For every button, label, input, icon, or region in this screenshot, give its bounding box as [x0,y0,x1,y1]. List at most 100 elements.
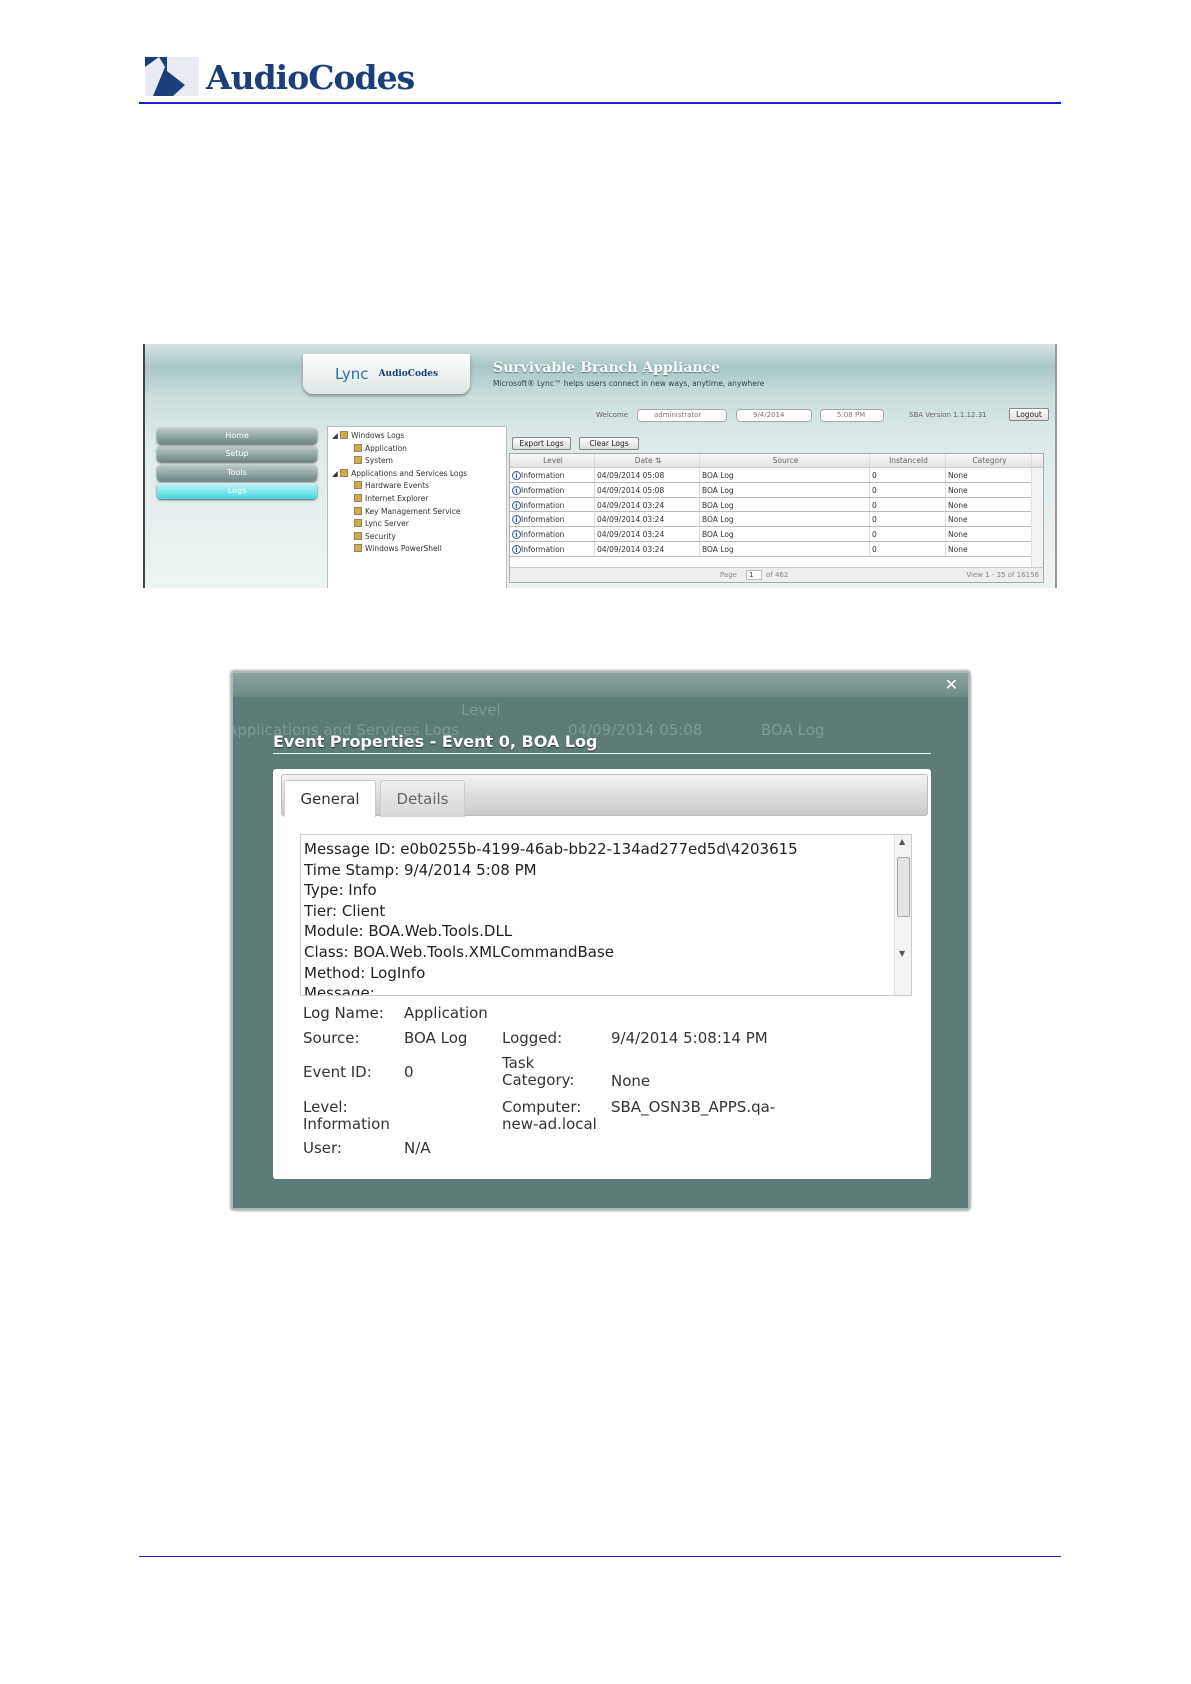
app-subtitle: Microsoft® Lync™ helps users connect in … [493,379,765,388]
tree-item[interactable]: Hardware Events [332,481,502,494]
table-cell: 04/09/2014 05:08 [595,468,700,482]
tree-item[interactable]: Internet Explorer [332,493,502,507]
log-tree: ◢ Windows Logs Application System ◢ Applica… [327,426,507,588]
nav-setup[interactable]: Setup [157,446,317,462]
log-folder-icon [340,468,349,477]
tree-item[interactable]: ◢ Windows Logs [332,431,502,444]
clear-logs-button[interactable]: Clear Logs [579,437,639,450]
page-input[interactable]: 1 [746,570,762,580]
nav-tools[interactable]: Tools [157,465,317,481]
cell-text: 04/09/2014 03:24 [597,544,665,554]
message-line: Message ID: e0b0255b-4199-46ab-bb22-134a… [304,840,798,858]
log-folder-icon [354,531,362,540]
scroll-up-icon[interactable]: ▲ [899,837,905,846]
cell-text: BOA Log [702,544,734,554]
bg-ghost-source: BOA Log [761,721,825,739]
tree-item[interactable]: Security [332,531,502,545]
cell-text: Information [521,515,565,525]
grid-header: Level Date ⇅ Source InstanceId Category [510,454,1043,468]
log-folder-icon [354,456,362,465]
message-line: Class: BOA.Web.Tools.XMLCommandBase [304,942,615,961]
col-source[interactable]: Source [700,454,870,467]
tree-item[interactable]: Application [332,443,502,457]
event-properties-dialog: ✕ Level Applications and Services Logs 0… [231,671,970,1210]
table-cell: None [946,497,1032,512]
tree-item[interactable]: Windows PowerShell [332,544,502,557]
log-folder-icon [354,481,362,490]
log-grid: Level Date ⇅ Source InstanceId Category … [509,453,1044,583]
log-folder-icon [354,493,362,502]
scroll-down-icon[interactable]: ▼ [899,949,905,958]
logged-label: Logged: [502,1029,563,1047]
log-folder-icon [354,506,362,515]
tree-item-label: Security [365,531,396,541]
table-row[interactable]: i Information 04/09/2014 05:08 BOA Log 0 None [510,468,1032,483]
nav-home[interactable]: Home [157,428,317,444]
table-cell: 04/09/2014 05:08 [595,482,700,497]
table-cell: BOA Log [700,541,870,556]
tab-details[interactable]: Details [380,780,465,817]
table-cell: 0 [870,527,946,541]
cell-text: BOA Log [702,471,734,480]
tree-item[interactable]: Lync Server [332,519,502,532]
page-count: of 462 [766,571,789,579]
user-value: N/A [404,1139,431,1157]
event-id-label: Event ID: [303,1063,372,1081]
tree-item-label: Applications and Services Logs [351,468,468,478]
col-instanceid[interactable]: InstanceId [870,454,946,467]
logout-button[interactable]: Logout [1009,408,1049,421]
table-row[interactable]: i Information 04/09/2014 05:08 BOA Log 0 None [510,482,1032,498]
tree-item-label: Hardware Events [365,481,429,491]
audiocodes-logo-mark [145,57,199,96]
tab-general[interactable]: General [284,780,376,817]
message-scrollbar[interactable]: ▲ ▼ [894,835,911,995]
user-field: administrator [637,409,727,422]
close-icon[interactable]: ✕ [945,675,958,694]
tree-item[interactable]: Key Management Service [332,506,502,520]
welcome-label: Welcome [596,411,629,419]
task-category-value: None [611,1072,651,1090]
cell-text: BOA Log [702,515,734,525]
nav-logs[interactable]: Logs [157,483,317,499]
cell-text: 0 [872,500,877,510]
table-row[interactable]: i Information 04/09/2014 03:24 BOA Log 0 None [510,541,1032,557]
cell-text: BOA Log [702,500,734,510]
export-logs-button[interactable]: Export Logs [512,437,571,450]
cell-text: None [948,471,968,480]
cell-text: 04/09/2014 03:24 [597,515,665,525]
table-cell: None [946,468,1032,482]
tree-item-label: Lync Server [365,519,409,529]
table-cell: 04/09/2014 03:24 [595,527,700,541]
col-level[interactable]: Level [510,454,595,467]
cell-text: 0 [872,471,877,480]
header-rule [139,102,1061,104]
scroll-thumb[interactable] [897,857,910,917]
col-category[interactable]: Category [946,454,1032,467]
cell-text: Information [521,485,565,495]
tab-bar: General Details [281,774,928,817]
grid-scrollbar[interactable] [1031,468,1043,568]
title-underline [273,753,931,754]
tree-item[interactable]: System [332,456,502,469]
info-icon: i [512,485,521,495]
cell-text: None [948,515,968,525]
computer-label: Computer: new-ad.local [502,1098,597,1133]
table-row[interactable]: i Information 04/09/2014 03:24 BOA Log 0 None [510,527,1032,542]
table-row[interactable]: i Information 04/09/2014 03:24 BOA Log 0 None [510,512,1032,528]
message-lines: Message ID: e0b0255b-4199-46ab-bb22-134a… [301,835,911,995]
col-date[interactable]: Date ⇅ [595,454,700,467]
info-icon: i [512,500,521,510]
message-textarea[interactable]: Message ID: e0b0255b-4199-46ab-bb22-134a… [300,834,912,996]
table-row[interactable]: i Information 04/09/2014 03:24 BOA Log 0 None [510,497,1032,513]
computer-value: SBA_OSN3B_APPS.qa- [611,1098,776,1116]
expand-icon[interactable]: ◢ [332,431,340,440]
table-cell: 0 [870,468,946,482]
table-cell: 04/09/2014 03:24 [595,497,700,512]
table-cell: BOA Log [700,512,870,527]
tree-item-label: Key Management Service [365,506,461,516]
table-cell: None [946,527,1032,541]
logs-page-screenshot: Lync AudioCodes Survivable Branch Applia… [143,344,1057,588]
expand-icon[interactable]: ◢ [332,469,340,478]
cell-text: BOA Log [702,530,734,540]
tree-item[interactable]: ◢ Applications and Services Logs [332,468,502,482]
